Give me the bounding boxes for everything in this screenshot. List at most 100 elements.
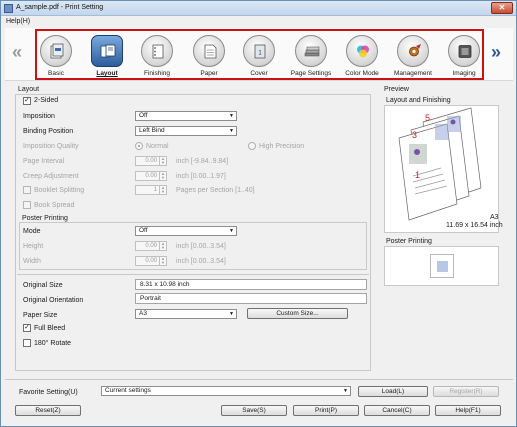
quality-normal-radio[interactable] <box>135 142 143 150</box>
two-sided-label: 2-Sided <box>34 97 59 104</box>
register-button[interactable]: Register(R) <box>433 386 499 397</box>
paper-size-label: Paper Size <box>23 312 58 319</box>
quality-normal-label: Normal <box>146 143 169 150</box>
full-bleed-checkbox[interactable]: ✓ <box>23 324 31 332</box>
poster-width-value: 0.00 <box>145 258 157 264</box>
custom-size-button[interactable]: Custom Size... <box>247 308 348 319</box>
booklet-splitting-spinner[interactable]: 1 ▲ ▼ <box>135 185 167 195</box>
color-mode-icon <box>346 35 378 67</box>
booklet-splitting-unit: Pages per Section [1..40] <box>176 187 255 194</box>
chevron-down-icon: ▼ <box>229 311 234 317</box>
rotate-180-label: 180° Rotate <box>34 340 72 347</box>
poster-mode-dropdown[interactable]: Off ▼ <box>135 226 237 236</box>
nav-label-cover: Cover <box>250 70 268 77</box>
load-button[interactable]: Load(L) <box>358 386 428 397</box>
quality-high-precision-label: High Precision <box>259 143 305 150</box>
favorite-setting-dropdown[interactable]: Current settings ▼ <box>101 386 351 396</box>
finishing-icon <box>141 35 173 67</box>
imposition-quality-label: Imposition Quality <box>23 143 79 150</box>
save-button[interactable]: Save(S) <box>221 405 287 416</box>
spin-arrows-icon[interactable]: ▲ ▼ <box>159 186 166 194</box>
binding-position-dropdown[interactable]: Left Bind ▼ <box>135 126 237 136</box>
book-spread-checkbox[interactable] <box>23 201 31 209</box>
creep-adjustment-unit: inch [0.00..1.97] <box>176 173 226 180</box>
layout-group-label: Layout <box>18 86 40 93</box>
layout-preview-frame: 5 3 1 <box>384 105 499 233</box>
paper-size-value: A3 <box>139 310 147 317</box>
chevron-down-icon: ▼ <box>229 128 234 134</box>
spin-arrows-icon[interactable]: ▲ ▼ <box>159 257 166 265</box>
print-button[interactable]: Print(P) <box>293 405 359 416</box>
nav-label-management: Management <box>394 70 432 77</box>
nav-item-finishing[interactable]: Finishing <box>132 33 182 79</box>
nav-next-icon[interactable]: » <box>491 43 501 61</box>
app-icon <box>4 4 13 13</box>
poster-width-label: Width <box>23 258 41 265</box>
paper-icon <box>193 35 225 67</box>
window-title: A_sample.pdf - Print Setting <box>16 4 104 11</box>
footer-divider <box>5 379 513 380</box>
nav-label-paper: Paper <box>200 70 218 77</box>
basic-icon <box>40 35 72 67</box>
nav-label-page-settings: Page Settings <box>290 70 332 77</box>
nav-item-imaging[interactable]: Imaging <box>439 33 489 79</box>
creep-adjustment-spinner[interactable]: 0.00 ▲ ▼ <box>135 171 167 181</box>
poster-height-label: Height <box>23 243 44 250</box>
imposition-value: Off <box>139 112 148 119</box>
cancel-button[interactable]: Cancel(C) <box>364 405 430 416</box>
page-interval-spinner[interactable]: 0.00 ▲ ▼ <box>135 156 167 166</box>
preview-paper-dimensions: 11.69 x 16.54 inch <box>446 222 503 229</box>
poster-mode-label: Mode <box>23 228 41 235</box>
full-bleed-label: Full Bleed <box>34 325 66 332</box>
creep-adjustment-value: 0.00 <box>145 173 157 179</box>
poster-width-spinner[interactable]: 0.00 ▲ ▼ <box>135 256 167 266</box>
cover-icon: 1 <box>243 35 275 67</box>
nav-prev-icon[interactable]: « <box>12 43 22 61</box>
poster-mode-value: Off <box>139 227 148 234</box>
spin-arrows-icon[interactable]: ▲ ▼ <box>159 157 166 165</box>
nav-item-page-settings[interactable]: Page Settings <box>286 33 336 79</box>
help-button[interactable]: Help(F1) <box>435 405 501 416</box>
imposition-label: Imposition <box>23 113 55 120</box>
imaging-icon <box>448 35 480 67</box>
nav-item-color-mode[interactable]: Color Mode <box>337 33 387 79</box>
section-divider <box>17 274 369 275</box>
original-orientation-field[interactable]: Portrait <box>135 293 367 304</box>
spin-arrows-icon[interactable]: ▲ ▼ <box>159 172 166 180</box>
quality-high-precision-radio[interactable] <box>248 142 256 150</box>
title-bar: A_sample.pdf - Print Setting ✕ <box>1 1 516 16</box>
nav-item-management[interactable]: Management <box>388 33 438 79</box>
paper-size-dropdown[interactable]: A3 ▼ <box>135 309 237 319</box>
layout-finishing-label: Layout and Finishing <box>386 97 451 104</box>
original-size-label: Original Size <box>23 282 63 289</box>
creep-adjustment-label: Creep Adjustment <box>23 173 79 180</box>
original-size-field[interactable]: 8.31 x 10.98 inch <box>135 279 367 290</box>
booklet-splitting-value: 1 <box>153 187 157 193</box>
nav-item-cover[interactable]: 1 Cover <box>234 33 284 79</box>
preview-group-label: Preview <box>384 86 409 93</box>
rotate-180-checkbox[interactable] <box>23 339 31 347</box>
book-spread-label: Book Spread <box>34 202 75 209</box>
page-interval-value: 0.00 <box>145 158 157 164</box>
booklet-splitting-label: Booklet Splitting <box>34 187 85 194</box>
nav-item-basic[interactable]: Basic <box>31 33 81 79</box>
chevron-down-icon: ▼ <box>229 228 234 234</box>
booklet-splitting-checkbox[interactable] <box>23 186 31 194</box>
poster-width-unit: inch [0.00..3.54] <box>176 258 226 265</box>
nav-item-layout[interactable]: Layout <box>82 33 132 79</box>
spin-arrows-icon[interactable]: ▲ ▼ <box>159 242 166 250</box>
preview-page-number: 5 <box>425 113 430 123</box>
nav-item-paper[interactable]: Paper <box>184 33 234 79</box>
reset-button[interactable]: Reset(Z) <box>15 405 81 416</box>
imposition-dropdown[interactable]: Off ▼ <box>135 111 237 121</box>
close-button[interactable]: ✕ <box>491 2 513 14</box>
menu-help[interactable]: Help(H) <box>6 18 30 25</box>
binding-position-value: Left Bind <box>139 127 165 134</box>
chevron-down-icon: ▼ <box>229 113 234 119</box>
two-sided-checkbox[interactable]: ✓ <box>23 97 31 105</box>
page-interval-label: Page Interval <box>23 158 65 165</box>
poster-group-label: Poster Printing <box>22 215 68 222</box>
poster-height-spinner[interactable]: 0.00 ▲ ▼ <box>135 241 167 251</box>
poster-preview-page <box>430 254 454 278</box>
chevron-down-icon: ▼ <box>343 388 348 394</box>
